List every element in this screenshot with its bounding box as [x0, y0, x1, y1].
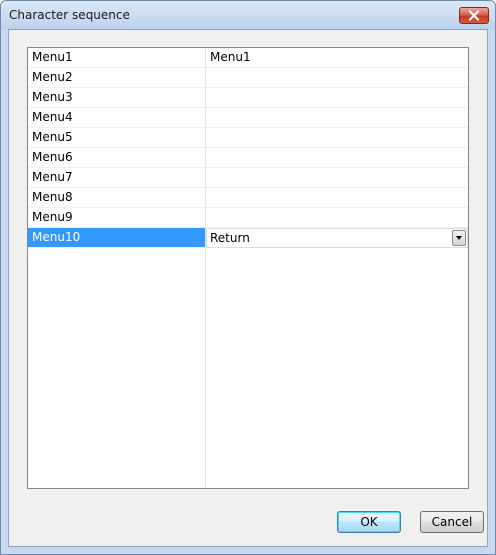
grid-row-menu7[interactable]: Menu7 — [28, 168, 468, 188]
grid-row-menu5[interactable]: Menu5 — [28, 128, 468, 148]
chevron-down-icon — [456, 236, 462, 240]
row-name-cell: Menu7 — [28, 168, 205, 188]
row-name-cell: Menu3 — [28, 88, 205, 108]
grid-row-menu9[interactable]: Menu9 — [28, 208, 468, 228]
row-value-cell[interactable] — [206, 88, 468, 108]
dialog-client-area: Menu1 Menu1 Menu2 Menu3 Menu4 Menu5 Menu… — [8, 29, 488, 547]
grid-row-menu10[interactable]: Menu10 Return — [28, 228, 468, 248]
row-name-cell-selected: Menu10 — [28, 228, 205, 248]
row-value-cell[interactable] — [206, 128, 468, 148]
row-value-cell[interactable]: Menu1 — [206, 48, 468, 68]
grid-row-menu4[interactable]: Menu4 — [28, 108, 468, 128]
row-name-cell: Menu1 — [28, 48, 205, 68]
row-value-cell[interactable] — [206, 148, 468, 168]
row-name-cell: Menu6 — [28, 148, 205, 168]
grid-row-menu1[interactable]: Menu1 Menu1 — [28, 48, 468, 68]
grid-row-menu8[interactable]: Menu8 — [28, 188, 468, 208]
property-grid: Menu1 Menu1 Menu2 Menu3 Menu4 Menu5 Menu… — [27, 47, 469, 489]
close-icon — [468, 10, 480, 21]
cancel-button[interactable]: Cancel — [420, 511, 484, 533]
dropdown-selected-value: Return — [210, 231, 250, 245]
dialog-window: Character sequence Menu1 Menu1 Menu2 Men… — [0, 0, 496, 555]
ok-button[interactable]: OK — [337, 511, 401, 533]
close-button[interactable] — [459, 7, 489, 24]
dropdown-arrow-button[interactable] — [452, 230, 466, 246]
window-title: Character sequence — [9, 8, 130, 22]
row-value-cell[interactable] — [206, 208, 468, 228]
row-name-cell: Menu4 — [28, 108, 205, 128]
row-name-cell: Menu2 — [28, 68, 205, 88]
value-dropdown[interactable]: Return — [206, 228, 468, 248]
row-value-cell[interactable] — [206, 108, 468, 128]
row-value-cell[interactable] — [206, 68, 468, 88]
grid-row-menu6[interactable]: Menu6 — [28, 148, 468, 168]
row-value-cell[interactable] — [206, 168, 468, 188]
title-bar[interactable]: Character sequence — [1, 1, 495, 29]
grid-row-menu2[interactable]: Menu2 — [28, 68, 468, 88]
row-name-cell: Menu5 — [28, 128, 205, 148]
row-name-cell: Menu8 — [28, 188, 205, 208]
row-name-cell: Menu9 — [28, 208, 205, 228]
row-value-cell[interactable] — [206, 188, 468, 208]
grid-row-menu3[interactable]: Menu3 — [28, 88, 468, 108]
